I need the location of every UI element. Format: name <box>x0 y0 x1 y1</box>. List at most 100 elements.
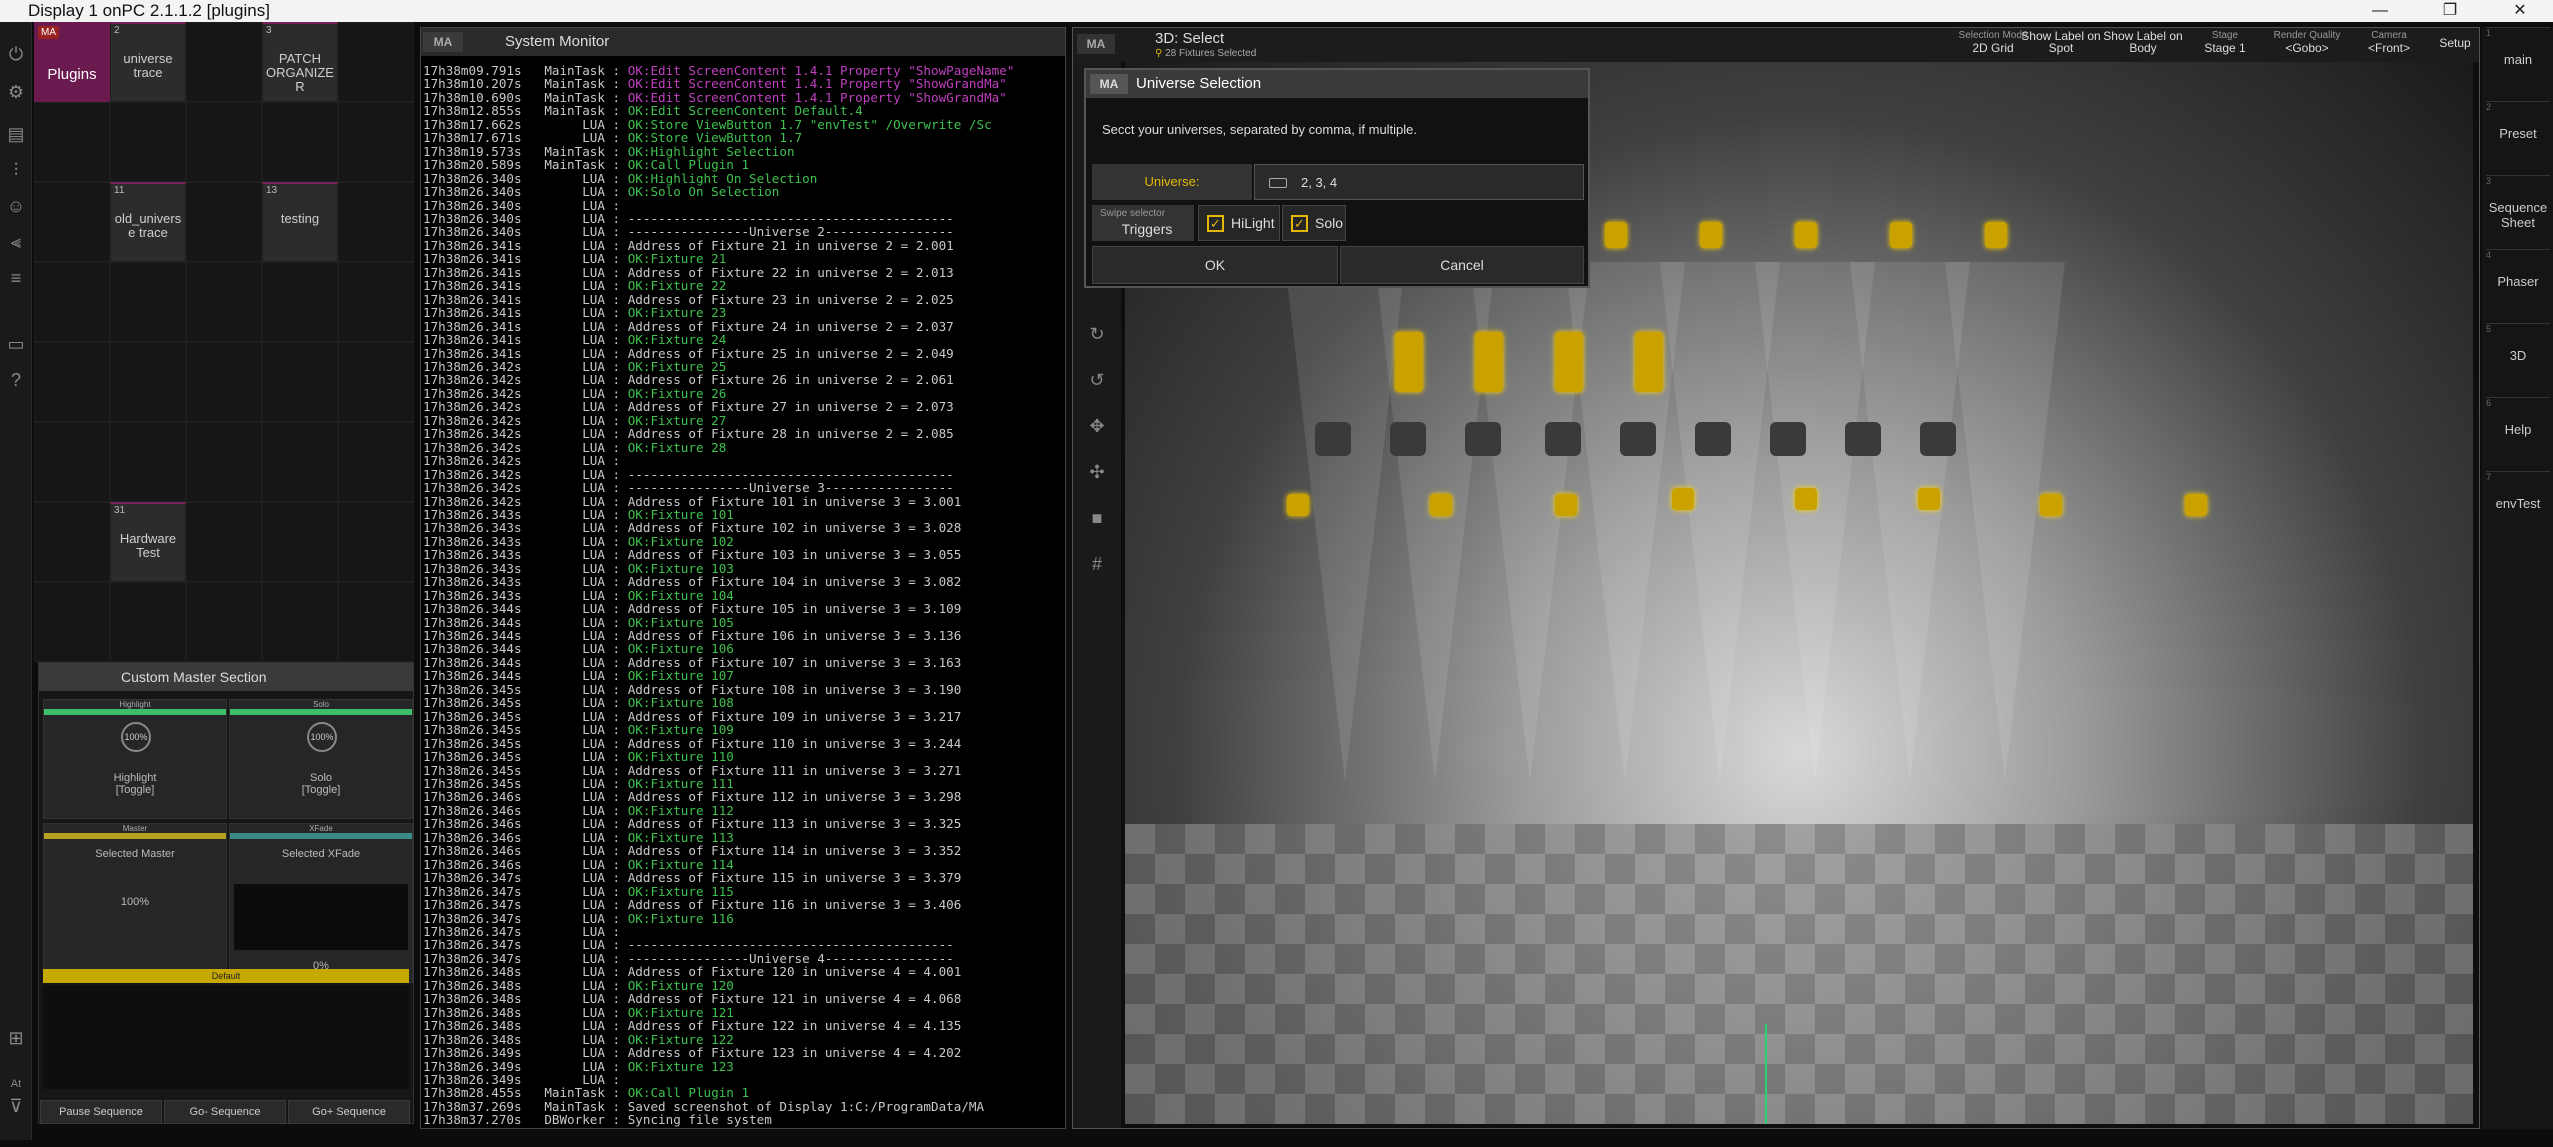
plugin-cell-empty[interactable] <box>110 342 186 422</box>
plugin-cell-empty[interactable] <box>34 422 110 502</box>
moving-head-fixture[interactable] <box>1605 222 1627 248</box>
plugin-cell-empty[interactable] <box>338 102 414 182</box>
solo-checkbox[interactable]: ✓ Solo <box>1282 205 1346 241</box>
view-button-preset[interactable]: 2 Preset <box>2486 101 2550 173</box>
highlight-fader[interactable]: Highlight 100% Highlight [Toggle] <box>43 699 227 819</box>
plugin-cell-empty[interactable] <box>110 102 186 182</box>
plugin-cell-empty[interactable] <box>338 342 414 422</box>
highlight-knob[interactable]: 100% <box>121 722 151 752</box>
default-executor[interactable]: Default <box>43 969 409 983</box>
view-button-phaser[interactable]: 4 Phaser <box>2486 249 2550 321</box>
wash-fixture[interactable] <box>1475 332 1503 392</box>
unselected-fixture[interactable] <box>1620 422 1656 456</box>
plugin-cell-3[interactable]: 3 PATCH ORGANIZE R <box>262 22 338 102</box>
par-fixture[interactable] <box>1430 494 1452 516</box>
camera-button[interactable]: Camera <Front> <box>2349 28 2429 62</box>
unselected-fixture[interactable] <box>1770 422 1806 456</box>
universe-input[interactable]: 2, 3, 4 <box>1254 164 1584 200</box>
par-fixture[interactable] <box>1555 494 1577 516</box>
log-list[interactable]: 17h38m09.791s MainTask : OK:Edit ScreenC… <box>423 64 1061 1128</box>
plugin-cell-empty[interactable] <box>110 582 186 662</box>
sequence-area[interactable] <box>43 985 409 1089</box>
unselected-fixture[interactable] <box>1315 422 1351 456</box>
plugin-cell-empty[interactable] <box>34 502 110 582</box>
filter-icon[interactable]: ⊽ <box>4 1094 28 1118</box>
power-icon[interactable]: ⏻ <box>4 42 28 66</box>
master-fader[interactable]: Master Selected Master 100% <box>43 823 227 983</box>
cancel-button[interactable]: Cancel <box>1340 246 1584 284</box>
layout-icon[interactable]: ⊞ <box>4 1026 28 1050</box>
plugin-cell-empty[interactable] <box>338 22 414 102</box>
unselected-fixture[interactable] <box>1845 422 1881 456</box>
list-icon[interactable]: ≡ <box>4 266 28 290</box>
view-button-sequence-sheet[interactable]: 3 Sequence Sheet <box>2486 175 2550 247</box>
plugin-cell-empty[interactable] <box>186 342 262 422</box>
go-minus-sequence-button[interactable]: Go- Sequence <box>164 1100 286 1124</box>
plugin-cell-empty[interactable] <box>186 22 262 102</box>
minimize-button[interactable]: — <box>2350 0 2410 22</box>
grid-icon[interactable]: # <box>1085 554 1109 578</box>
view-button-envtest[interactable]: 7 envTest <box>2486 471 2550 543</box>
xfade-track[interactable] <box>234 884 408 950</box>
at-label-icon[interactable]: At <box>4 1072 28 1096</box>
stage-button[interactable]: Stage Stage 1 <box>2185 28 2265 62</box>
page-icon[interactable]: ▤ <box>4 122 28 146</box>
swipe-selector[interactable]: Swipe selector Triggers <box>1092 205 1194 241</box>
plugin-cell-empty[interactable] <box>262 342 338 422</box>
plugin-cell-empty[interactable] <box>338 262 414 342</box>
plugin-cell-empty[interactable] <box>262 422 338 502</box>
unselected-fixture[interactable] <box>1390 422 1426 456</box>
unselected-fixture[interactable] <box>1920 422 1956 456</box>
pan-icon[interactable]: ✣ <box>1085 462 1109 486</box>
plugin-cell-empty[interactable] <box>338 502 414 582</box>
user-icon[interactable]: ☺ <box>4 194 28 218</box>
plugin-cell-empty[interactable] <box>338 422 414 502</box>
plugin-cell-empty[interactable] <box>110 422 186 502</box>
xfade-fader[interactable]: XFade Selected XFade 0% <box>229 823 413 983</box>
show-label-on-spot-button[interactable]: Show Label on Spot <box>2021 28 2101 62</box>
plugin-cell-empty[interactable] <box>34 262 110 342</box>
rotate-icon[interactable]: ↻ <box>1085 324 1109 348</box>
view-button-3d[interactable]: 5 3D <box>2486 323 2550 395</box>
camera-icon[interactable]: ■ <box>1085 508 1109 532</box>
view-button-help[interactable]: 6 Help <box>2486 397 2550 469</box>
plugin-cell-empty[interactable] <box>338 182 414 262</box>
ok-button[interactable]: OK <box>1092 246 1338 284</box>
plugin-cell-empty[interactable] <box>110 262 186 342</box>
orbit-icon[interactable]: ↺ <box>1085 370 1109 394</box>
plugin-cell-empty[interactable] <box>262 582 338 662</box>
solo-knob[interactable]: 100% <box>307 722 337 752</box>
render-quality-button[interactable]: Render Quality <Gobo> <box>2267 28 2347 62</box>
plugin-cell-empty[interactable] <box>186 502 262 582</box>
wash-fixture[interactable] <box>1555 332 1583 392</box>
view-button-main[interactable]: 1 main <box>2486 27 2550 99</box>
plugin-cell-empty[interactable] <box>262 262 338 342</box>
plugin-cell-empty[interactable] <box>262 502 338 582</box>
setup-button[interactable]: Setup <box>2431 28 2479 62</box>
close-button[interactable]: ✕ <box>2490 0 2550 22</box>
plugin-cell-empty[interactable] <box>186 102 262 182</box>
solo-fader[interactable]: Solo 100% Solo [Toggle] <box>229 699 413 819</box>
settings-gear-icon[interactable]: ⚙ <box>4 80 28 104</box>
plugin-cell-empty[interactable] <box>262 102 338 182</box>
par-fixture[interactable] <box>2040 494 2062 516</box>
par-fixture[interactable] <box>1795 488 1817 510</box>
move-icon[interactable]: ✥ <box>1085 416 1109 440</box>
wash-fixture[interactable] <box>1395 332 1423 392</box>
plugin-cell-2[interactable]: 2 universe trace <box>110 22 186 102</box>
plugin-cell-empty[interactable] <box>34 182 110 262</box>
go-plus-sequence-button[interactable]: Go+ Sequence <box>288 1100 410 1124</box>
par-fixture[interactable] <box>2185 494 2207 516</box>
plugin-cell-empty[interactable] <box>34 582 110 662</box>
moving-head-fixture[interactable] <box>1795 222 1817 248</box>
par-fixture[interactable] <box>1672 488 1694 510</box>
pause-sequence-button[interactable]: Pause Sequence <box>40 1100 162 1124</box>
plugin-cell-empty[interactable] <box>186 582 262 662</box>
plugin-cell-11[interactable]: 11 old_univers e trace <box>110 182 186 262</box>
moving-head-fixture[interactable] <box>1985 222 2007 248</box>
par-fixture[interactable] <box>1918 488 1940 510</box>
help-icon[interactable]: ? <box>4 368 28 392</box>
faders-icon[interactable]: ⫶ <box>4 158 28 182</box>
plugin-cell-empty[interactable] <box>34 342 110 422</box>
plugin-cell-13[interactable]: 13 testing <box>262 182 338 262</box>
